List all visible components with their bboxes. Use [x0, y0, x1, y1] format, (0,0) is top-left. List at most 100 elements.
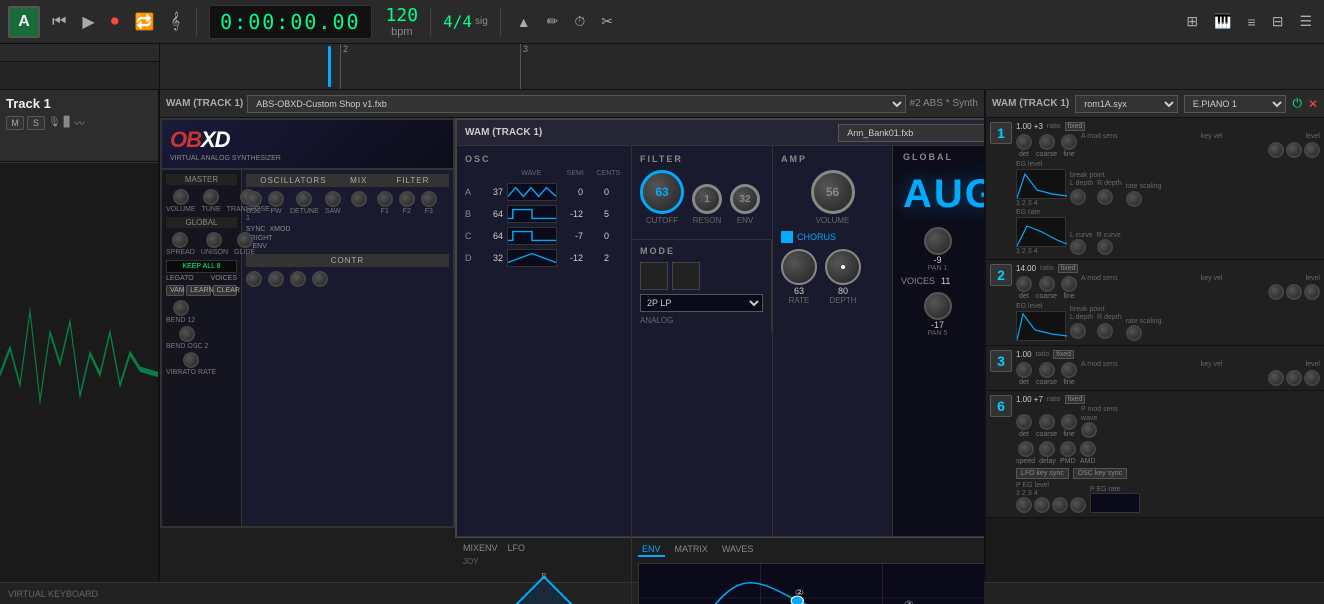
record-button[interactable]: ⏺ — [107, 9, 123, 35]
pw-knob[interactable] — [268, 191, 284, 207]
scissors-tool[interactable]: ✂ — [597, 13, 617, 30]
pencil-tool[interactable]: ✏ — [543, 13, 563, 30]
slot1-fine-knob[interactable] — [1061, 134, 1077, 150]
slot6-peg-l1[interactable] — [1016, 497, 1032, 513]
mute-button[interactable]: M — [6, 116, 24, 130]
tab-env[interactable]: ENV — [638, 543, 665, 557]
tab-matrix[interactable]: MATRIX — [671, 543, 712, 557]
slot6-speed-knob[interactable] — [1018, 441, 1034, 457]
wave-preview-d[interactable] — [507, 249, 557, 267]
slot2-coarse-knob[interactable] — [1039, 276, 1055, 292]
vam-button[interactable]: VAM — [166, 285, 184, 296]
piano-icon[interactable]: 🎹 — [1210, 13, 1235, 30]
wave-preview-c[interactable] — [507, 227, 557, 245]
tune-knob[interactable] — [203, 189, 219, 205]
slot3-fine-knob[interactable] — [1061, 362, 1077, 378]
pan1-knob[interactable] — [924, 227, 952, 255]
slot6-pmd-knob[interactable] — [1060, 441, 1076, 457]
osc-key-sync[interactable]: OSC key sync — [1073, 468, 1127, 479]
tab-waves[interactable]: WAVES — [718, 543, 758, 557]
filter-knob2[interactable] — [399, 191, 415, 207]
select-tool[interactable]: ▲ — [513, 14, 535, 30]
wave-preview-b[interactable] — [507, 205, 557, 223]
slot3-keyvel-knob[interactable] — [1286, 370, 1302, 386]
slot1-lcurve-knob[interactable] — [1070, 239, 1086, 255]
glide-knob[interactable] — [237, 232, 253, 248]
learn-button[interactable]: LEARN — [186, 285, 210, 296]
detune-knob[interactable] — [296, 191, 312, 207]
grid-icon[interactable]: ⊟ — [1268, 13, 1288, 30]
slot6-delay-knob[interactable] — [1039, 441, 1055, 457]
wave-preview-a[interactable] — [507, 183, 557, 201]
metronome-button[interactable]: 𝄞 — [167, 9, 184, 35]
solo-button[interactable]: S — [27, 116, 45, 130]
slot1-ratescale-knob[interactable] — [1126, 191, 1142, 207]
slot1-det-knob[interactable] — [1016, 134, 1032, 150]
slot6-amd-knob[interactable] — [1080, 441, 1096, 457]
slot3-det-knob[interactable] — [1016, 362, 1032, 378]
slot2-det-knob[interactable] — [1016, 276, 1032, 292]
ctrl-knob2[interactable] — [268, 271, 284, 287]
loop-button[interactable]: 🔁 — [131, 8, 159, 36]
mode-button2[interactable] — [672, 262, 700, 290]
slot2-rdepth-knob[interactable] — [1097, 323, 1113, 339]
spread-knob[interactable] — [172, 232, 188, 248]
epiano-select[interactable]: E.PIANO 1 — [1184, 95, 1287, 113]
slot2-fine-knob[interactable] — [1061, 276, 1077, 292]
mix-knob[interactable] — [351, 191, 367, 207]
cutoff-knob[interactable]: 63 — [640, 170, 684, 214]
bendosc2-knob[interactable] — [179, 326, 195, 342]
slot6-peg-l4[interactable] — [1070, 497, 1086, 513]
ctrl-knob3[interactable] — [290, 271, 306, 287]
close-right-icon[interactable]: ✕ — [1308, 97, 1318, 111]
rom-select[interactable]: rom1A.syx — [1075, 95, 1178, 113]
slot3-amod-knob[interactable] — [1268, 370, 1284, 386]
eq-icon[interactable]: ≡ — [1244, 14, 1260, 30]
saw-knob[interactable] — [325, 191, 341, 207]
clear-button[interactable]: CLEAR — [213, 285, 237, 296]
vibrato-knob[interactable] — [183, 352, 199, 368]
slot6-peg-l3[interactable] — [1052, 497, 1068, 513]
slot1-rdepth-knob[interactable] — [1097, 189, 1113, 205]
reson-knob[interactable]: 1 — [692, 184, 722, 214]
slot1-level-knob[interactable] — [1304, 142, 1320, 158]
bank-select[interactable]: Ann_Bank01.fxb — [838, 124, 984, 142]
slot3-level-knob[interactable] — [1304, 370, 1320, 386]
slot6-fine-knob[interactable] — [1061, 414, 1077, 430]
slot2-keyvel-knob[interactable] — [1286, 284, 1302, 300]
slot6-coarse-knob[interactable] — [1039, 414, 1055, 430]
env-filter-knob[interactable]: 32 — [730, 184, 760, 214]
slot1-keyvel-knob[interactable] — [1286, 142, 1302, 158]
rewind-button[interactable]: ⏮ — [48, 9, 70, 35]
mixer-icon[interactable]: ⊞ — [1182, 13, 1202, 30]
chorus-toggle[interactable] — [781, 231, 793, 243]
preset-select[interactable]: ABS-OBXD-Custom Shop v1.fxb — [247, 95, 905, 113]
slot2-amod-knob[interactable] — [1268, 284, 1284, 300]
lfo-key-sync[interactable]: LFO key sync — [1016, 468, 1069, 479]
slot2-ldepth-knob[interactable] — [1070, 323, 1086, 339]
virtual-keyboard-bar[interactable]: VIRTUAL KEYBOARD — [984, 582, 1324, 604]
bend12-knob[interactable] — [173, 300, 189, 316]
power-right-icon[interactable]: ⏻ — [1292, 96, 1302, 111]
slot2-ratescale-knob[interactable] — [1126, 325, 1142, 341]
filter-knob3[interactable] — [421, 191, 437, 207]
filter-knob1[interactable] — [377, 191, 393, 207]
list-icon[interactable]: ☰ — [1295, 13, 1316, 30]
slot1-ldepth-knob[interactable] — [1070, 189, 1086, 205]
rate-chorus-knob[interactable] — [781, 249, 817, 285]
slot1-amod-knob[interactable] — [1268, 142, 1284, 158]
pan5-knob[interactable] — [924, 292, 952, 320]
play-button[interactable]: ▶ — [78, 8, 98, 36]
env-curve[interactable]: ① ② ③ ④ 0 — [638, 563, 984, 604]
slot1-coarse-knob[interactable] — [1039, 134, 1055, 150]
slot2-level-knob[interactable] — [1304, 284, 1320, 300]
slot6-det-knob[interactable] — [1016, 414, 1032, 430]
mode-button1[interactable] — [640, 262, 668, 290]
lfo-tab[interactable]: LFO — [508, 543, 526, 553]
slot6-peg-l2[interactable] — [1034, 497, 1050, 513]
slot3-coarse-knob[interactable] — [1039, 362, 1055, 378]
volume-knob[interactable] — [173, 189, 189, 205]
slot6-wave-knob[interactable] — [1081, 422, 1097, 438]
depth-chorus-knob[interactable] — [825, 249, 861, 285]
diamond-joystick[interactable]: B A C 0 ① ② ③ — [499, 570, 589, 604]
